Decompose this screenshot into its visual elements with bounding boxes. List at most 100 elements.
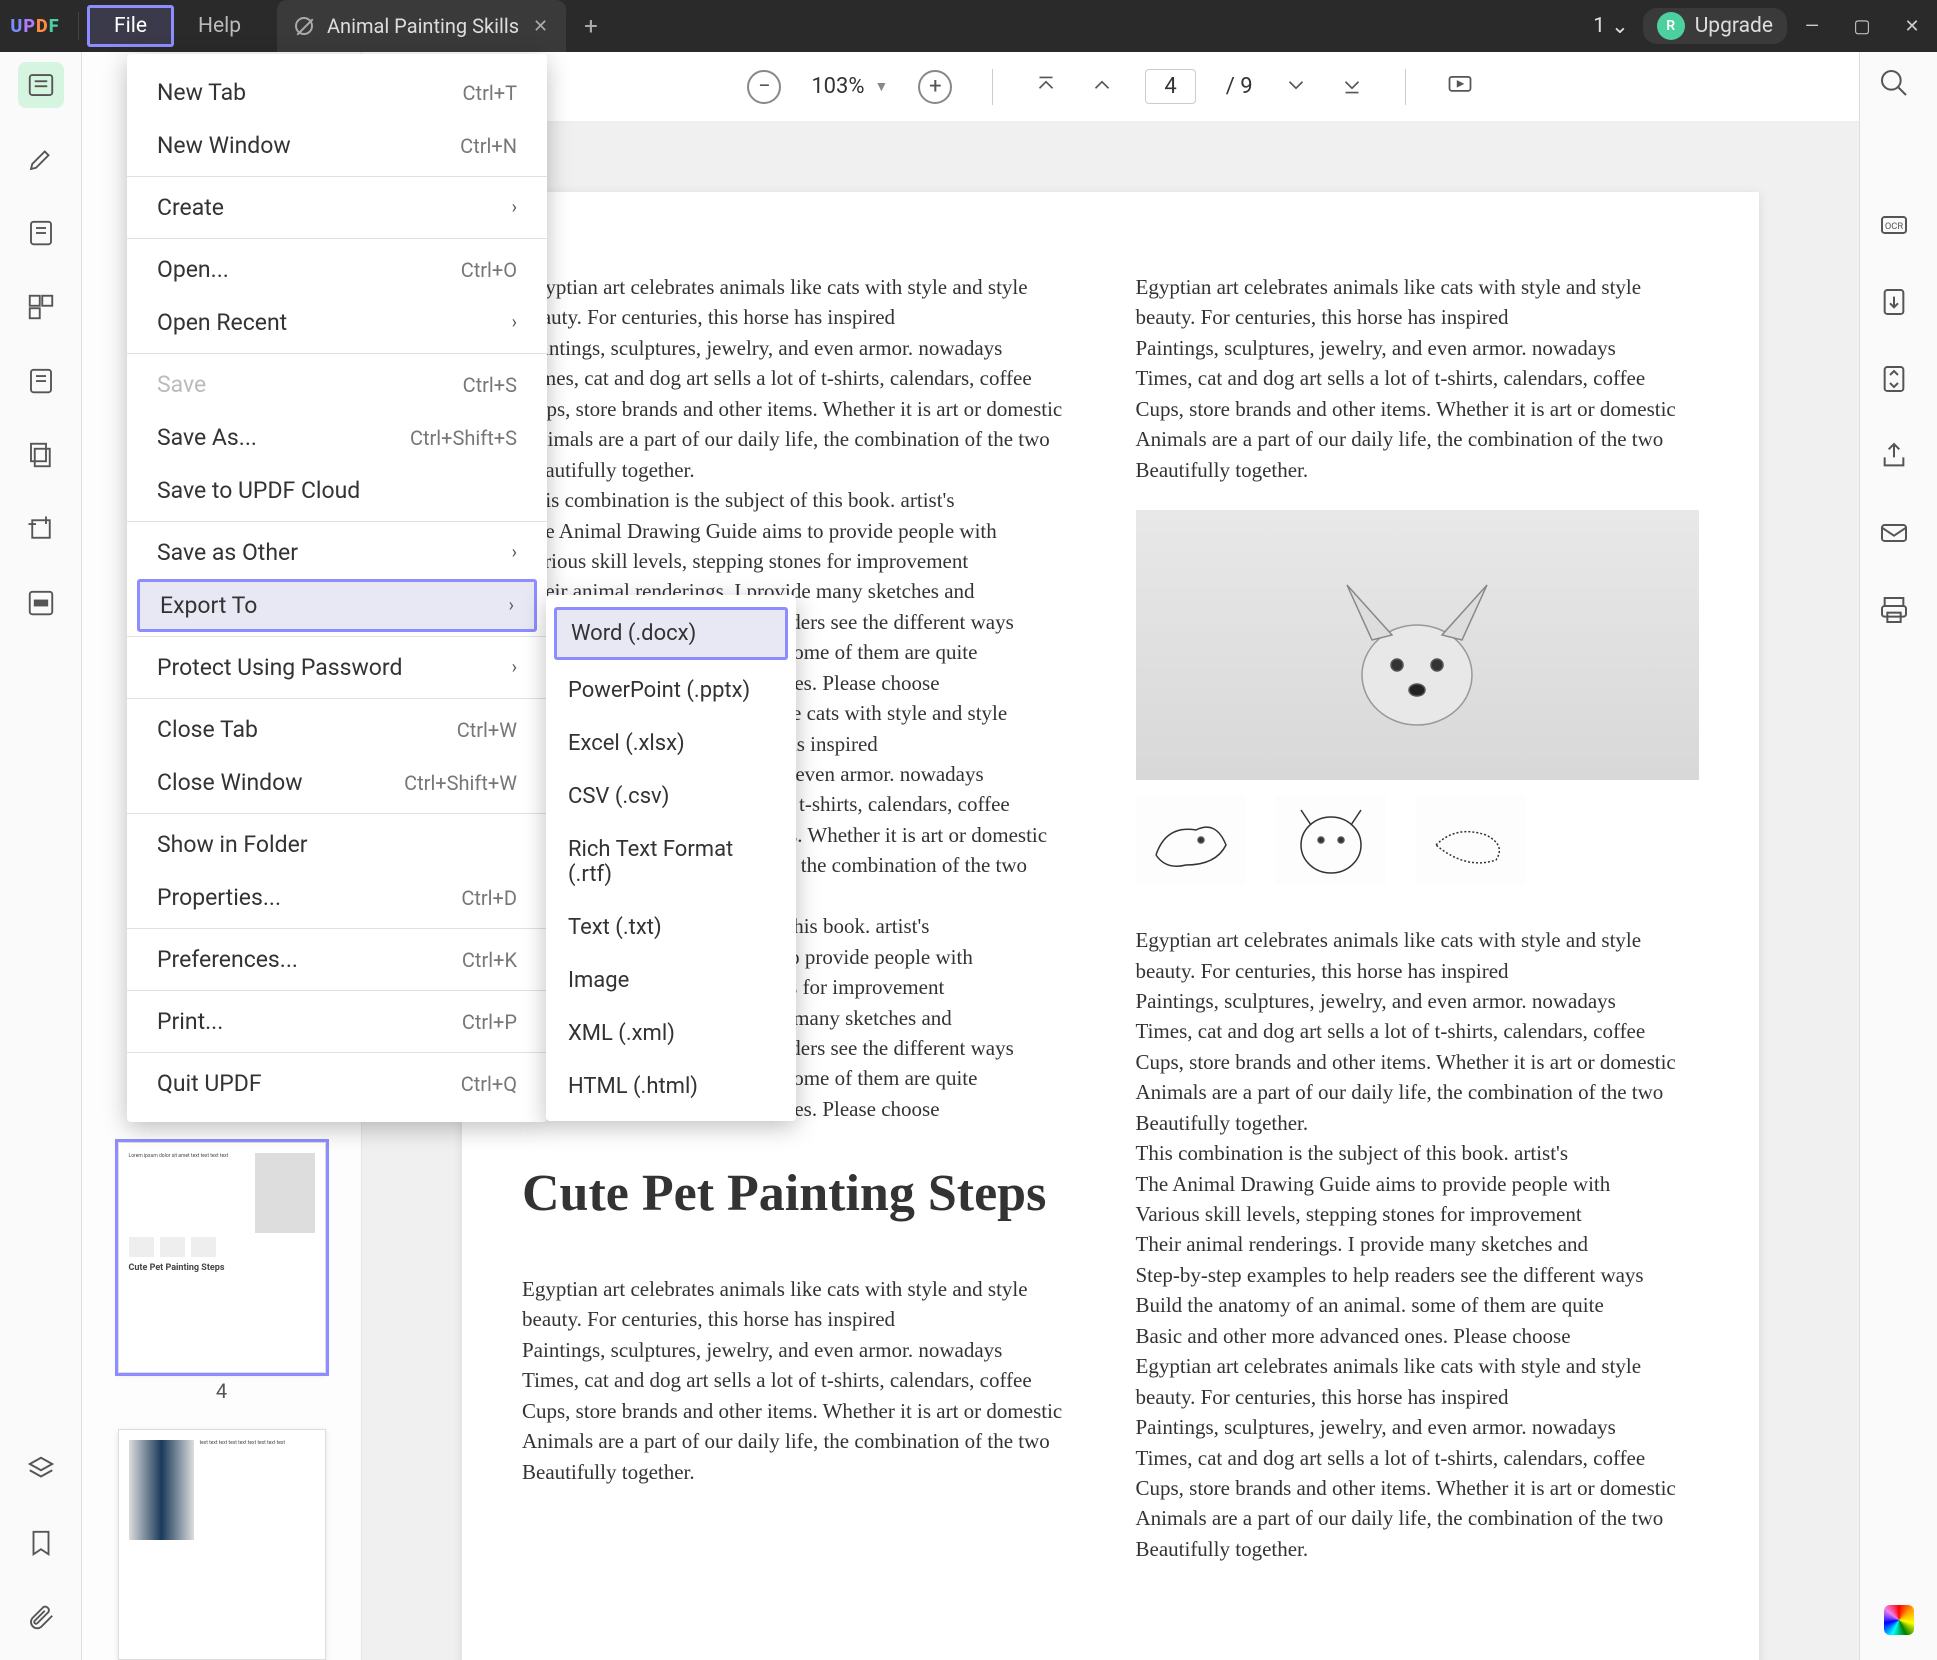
tab-icon — [295, 17, 313, 35]
menu-show-finder[interactable]: Show in Folder — [127, 818, 547, 871]
page-input[interactable]: 4 — [1145, 69, 1195, 104]
page-total: / 9 — [1226, 74, 1253, 99]
export-csv[interactable]: CSV (.csv) — [546, 770, 796, 823]
page-first-button[interactable] — [1033, 72, 1059, 102]
page-last-button[interactable] — [1339, 72, 1365, 102]
menu-new-tab[interactable]: New TabCtrl+T — [127, 66, 547, 119]
body-text: This combination is the subject of this … — [522, 485, 1086, 607]
share-icon[interactable] — [1878, 440, 1920, 482]
thumbnail-page-5[interactable]: text text text text text text text text … — [118, 1429, 326, 1660]
file-menu: New TabCtrl+T New WindowCtrl+N Create› O… — [127, 54, 547, 1122]
zoom-in-button[interactable]: + — [918, 70, 952, 104]
form-tool[interactable] — [18, 358, 64, 404]
left-toolbar — [0, 52, 82, 1660]
divider — [1405, 69, 1406, 105]
zoom-out-button[interactable]: − — [747, 70, 781, 104]
maximize-button[interactable]: ▢ — [1837, 1, 1887, 51]
annotate-tool[interactable] — [18, 136, 64, 182]
menu-protect[interactable]: Protect Using Password› — [127, 641, 547, 694]
menu-open[interactable]: Open...Ctrl+O — [127, 243, 547, 296]
organize-tool[interactable] — [18, 284, 64, 330]
export-submenu: Word (.docx) PowerPoint (.pptx) Excel (.… — [546, 595, 796, 1121]
page-prev-button[interactable] — [1089, 72, 1115, 102]
right-toolbar: OCR — [1859, 52, 1937, 1660]
edit-tool[interactable] — [18, 210, 64, 256]
presentation-button[interactable] — [1446, 71, 1474, 103]
page-heading: Cute Pet Painting Steps — [522, 1164, 1086, 1224]
chevron-down-icon: ▼ — [875, 78, 889, 95]
menu-help[interactable]: Help — [174, 8, 265, 44]
page-next-button[interactable] — [1283, 72, 1309, 102]
sketch-row — [1136, 795, 1700, 885]
email-icon[interactable] — [1878, 517, 1920, 559]
chevron-right-icon: › — [512, 312, 517, 333]
app-logo: UPDF — [0, 16, 70, 37]
redact-tool[interactable] — [18, 580, 64, 626]
document-tab[interactable]: Animal Painting Skills ✕ — [277, 0, 566, 52]
bookmark-icon[interactable] — [18, 1520, 64, 1566]
menu-save-cloud[interactable]: Save to UPDF Cloud — [127, 464, 547, 517]
export-image[interactable]: Image — [546, 954, 796, 1007]
minimize-button[interactable]: — — [1787, 1, 1837, 51]
export-powerpoint[interactable]: PowerPoint (.pptx) — [546, 664, 796, 717]
menu-save-other[interactable]: Save as Other› — [127, 526, 547, 579]
sketch-1 — [1136, 795, 1246, 885]
print-icon[interactable] — [1878, 594, 1920, 636]
menu-print[interactable]: Print...Ctrl+P — [127, 995, 547, 1048]
titlebar: UPDF File Help Animal Painting Skills ✕ … — [0, 0, 1937, 52]
thumbnail-label-4: 4 — [216, 1379, 227, 1403]
close-tab-icon[interactable]: ✕ — [533, 16, 548, 37]
document-count[interactable]: 1⌄ — [1593, 14, 1628, 39]
menu-quit[interactable]: Quit UPDFCtrl+Q — [127, 1057, 547, 1110]
export-rtf[interactable]: Rich Text Format (.rtf) — [546, 823, 796, 901]
menu-new-window[interactable]: New WindowCtrl+N — [127, 119, 547, 172]
copy-tool[interactable] — [18, 432, 64, 478]
body-text: Egyptian art celebrates animals like cat… — [1136, 925, 1700, 1564]
chevron-right-icon: › — [512, 542, 517, 563]
chevron-right-icon: › — [512, 197, 517, 218]
menu-file[interactable]: File — [87, 5, 174, 47]
svg-text:OCR: OCR — [1884, 221, 1902, 232]
convert-icon[interactable] — [1878, 286, 1920, 328]
zoom-level[interactable]: 103%▼ — [811, 74, 888, 99]
avatar: R — [1657, 12, 1685, 40]
menu-export-to[interactable]: Export To› — [137, 579, 537, 632]
dog-photo — [1136, 510, 1700, 780]
export-xml[interactable]: XML (.xml) — [546, 1007, 796, 1060]
reader-tool[interactable] — [18, 62, 64, 108]
body-text: Egyptian art celebrates animals like cat… — [1136, 272, 1700, 485]
compress-icon[interactable] — [1878, 363, 1920, 405]
divider — [992, 69, 993, 105]
divider — [78, 12, 79, 40]
attachment-icon[interactable] — [18, 1594, 64, 1640]
layers-icon[interactable] — [18, 1446, 64, 1492]
export-html[interactable]: HTML (.html) — [546, 1060, 796, 1113]
export-word[interactable]: Word (.docx) — [554, 607, 788, 660]
theme-icon[interactable] — [1884, 1605, 1914, 1635]
close-button[interactable]: ✕ — [1887, 1, 1937, 51]
sketch-3 — [1416, 795, 1526, 885]
menu-create[interactable]: Create› — [127, 181, 547, 234]
chevron-right-icon: › — [509, 595, 514, 616]
sketch-2 — [1276, 795, 1386, 885]
menu-close-window[interactable]: Close WindowCtrl+Shift+W — [127, 756, 547, 809]
tab-title: Animal Painting Skills — [327, 14, 519, 38]
thumbnail-page-4[interactable]: Lorem ipsum dolor sit amet text text tex… — [118, 1142, 326, 1373]
export-text[interactable]: Text (.txt) — [546, 901, 796, 954]
menu-preferences[interactable]: Preferences...Ctrl+K — [127, 933, 547, 986]
menu-save: SaveCtrl+S — [127, 358, 547, 411]
menu-open-recent[interactable]: Open Recent› — [127, 296, 547, 349]
search-icon[interactable] — [1878, 67, 1920, 109]
new-tab-button[interactable]: + — [584, 12, 598, 40]
body-text: Egyptian art celebrates animals like cat… — [522, 272, 1086, 485]
upgrade-button[interactable]: R Upgrade — [1643, 8, 1787, 44]
crop-tool[interactable] — [18, 506, 64, 552]
top-toolbar: − 103%▼ + 4 / 9 — [362, 52, 1859, 122]
menu-close-tab[interactable]: Close TabCtrl+W — [127, 703, 547, 756]
ocr-icon[interactable]: OCR — [1878, 209, 1920, 251]
menu-properties[interactable]: Properties...Ctrl+D — [127, 871, 547, 924]
menu-save-as[interactable]: Save As...Ctrl+Shift+S — [127, 411, 547, 464]
chevron-down-icon: ⌄ — [1611, 14, 1629, 39]
export-excel[interactable]: Excel (.xlsx) — [546, 717, 796, 770]
body-text: Egyptian art celebrates animals like cat… — [522, 1274, 1086, 1487]
